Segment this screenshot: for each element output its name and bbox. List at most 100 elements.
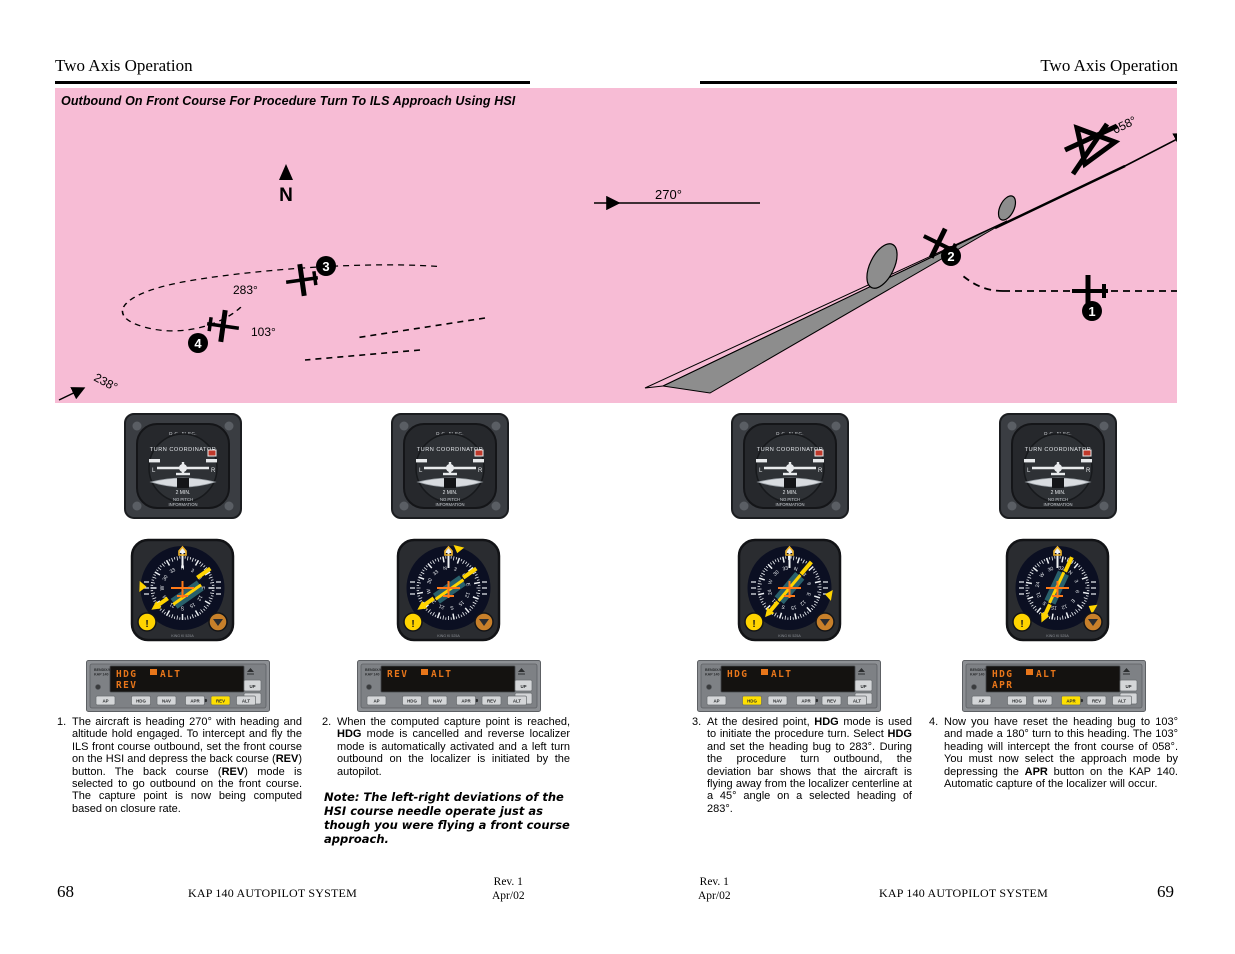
hsi-1: N36E1215S2124W3033 [130,538,235,642]
step-text-4: Now you have reset the heading bug to 10… [944,716,1178,791]
svg-text:!: ! [1020,619,1023,630]
svg-text:HDG: HDG [1012,699,1022,704]
svg-text:W: W [160,585,166,590]
svg-text:HDG: HDG [747,699,757,704]
svg-text:ALT: ALT [160,669,181,680]
svg-text:ALT: ALT [771,669,792,680]
turn-coordinator-2: D.C. ELEC. TURN COORDINATOR L R 2 MIN. N… [390,412,510,520]
svg-text:REV: REV [1092,699,1101,704]
step-text-3: At the desired point, HDG mode is used t… [707,716,912,815]
svg-text:TURN COORDINATOR: TURN COORDINATOR [150,447,217,453]
svg-text:KAP 140: KAP 140 [365,673,380,677]
svg-text:AP: AP [713,699,719,704]
svg-text:ALT: ALT [1036,669,1057,680]
svg-text:UP: UP [249,684,255,689]
svg-text:R: R [211,468,216,474]
svg-text:REV: REV [827,699,836,704]
step-number-4: 4. [929,716,939,728]
kap140-unit-4[interactable]: BENDIX/KING KAP 140 HDG ALT APR UP DN AP… [962,660,1146,712]
svg-text:2 MIN.: 2 MIN. [443,490,458,496]
svg-text:INFORMATION: INFORMATION [436,502,465,507]
svg-text:2 MIN.: 2 MIN. [176,490,191,496]
hsi-note: Note: The left-right deviations of the H… [324,790,570,846]
svg-text:AP: AP [978,699,984,704]
svg-text:UP: UP [520,684,526,689]
svg-text:KAP 140: KAP 140 [970,673,985,677]
svg-text:2: 2 [947,249,954,264]
svg-text:UP: UP [1125,684,1131,689]
svg-text:KAP 140: KAP 140 [705,673,720,677]
footer-rev-right: Rev. 1 Apr/02 [698,876,731,903]
step-number-3: 3. [692,716,702,728]
svg-text:TURN COORDINATOR: TURN COORDINATOR [417,447,484,453]
svg-text:HDG: HDG [992,669,1013,680]
turn-coordinator-3: D.C. ELEC. TURN COORDINATOR L R 2 MIN. N… [730,412,850,520]
svg-text:REV: REV [116,680,137,691]
svg-text:AP: AP [102,699,108,704]
svg-text:!: ! [411,619,414,630]
svg-text:N: N [279,185,293,206]
svg-text:REV: REV [387,669,408,680]
svg-text:1: 1 [1088,304,1095,319]
hsi-3: N 3 6 E 12 15 S 21 24 W 30 33 ! KING KI … [737,538,842,642]
svg-text:TURN COORDINATOR: TURN COORDINATOR [1025,447,1092,453]
svg-text:HDG: HDG [136,699,146,704]
header-rule-left [55,81,530,84]
footer-title-left: KAP 140 AUTOPILOT SYSTEM [188,886,357,900]
kap140-unit-2[interactable]: BENDIX/KING KAP 140 REV ALT UP DN AP HDG… [357,660,541,712]
svg-text:NAV: NAV [773,699,782,704]
hsi-2: N36E1215S2124W3033 [396,538,501,642]
footer-rev-right-line1: Rev. 1 [699,876,729,888]
svg-text:KING KI 525A: KING KI 525A [1046,634,1069,638]
svg-text:KING KI 525A: KING KI 525A [778,634,801,638]
svg-text:INFORMATION: INFORMATION [776,502,805,507]
svg-text:TURN COORDINATOR: TURN COORDINATOR [757,447,824,453]
footer-title-right: KAP 140 AUTOPILOT SYSTEM [879,886,1048,900]
svg-text:2 MIN.: 2 MIN. [783,490,798,496]
svg-text:3: 3 [322,259,329,274]
step-number-1: 1. [57,716,67,728]
svg-text:2 MIN.: 2 MIN. [1051,490,1066,496]
turn-coordinator-4: D.C. ELEC. TURN COORDINATOR L R 2 MIN. N… [998,412,1118,520]
svg-text:ALT: ALT [242,699,251,704]
footer-rev-right-line2: Apr/02 [698,889,731,902]
svg-text:INFORMATION: INFORMATION [1044,502,1073,507]
svg-text:UP: UP [860,684,866,689]
svg-text:R: R [478,468,483,474]
svg-text:AP: AP [373,699,379,704]
turn-coordinator-1: D.C. ELEC. TURN COORDINATOR L R 2 MIN. N… [123,412,243,520]
svg-text:!: ! [145,619,148,630]
svg-text:ALT: ALT [1118,699,1127,704]
svg-text:HDG: HDG [727,669,748,680]
svg-text:APR: APR [801,699,811,704]
page-header-left: Two Axis Operation [55,56,193,75]
kap140-unit-1[interactable]: BENDIX/KING KAP 140 HDG ALT REV UP DN AP… [86,660,270,712]
page-number-right: 69 [1157,882,1174,901]
page-number-left: 68 [57,882,74,901]
svg-text:ALT: ALT [431,669,452,680]
svg-text:4: 4 [194,336,202,351]
svg-text:NAV: NAV [1038,699,1047,704]
header-rule-right [700,81,1177,84]
svg-text:APR: APR [992,680,1013,691]
svg-text:NAV: NAV [433,699,442,704]
svg-text:REV: REV [487,699,496,704]
kap140-unit-3[interactable]: BENDIX/KING KAP 140 HDG ALT UP DN AP HDG… [697,660,881,712]
ils-antenna-icon [1063,122,1121,176]
hsi-4: N 3 6 E 12 15 S 21 24 W 30 33 ! KING KI … [1005,538,1110,642]
svg-text:!: ! [752,619,755,630]
svg-text:103°: 103° [251,325,276,339]
callout-3: 3 [316,256,336,276]
footer-rev-left: Rev. 1 Apr/02 [492,876,525,903]
page-header-right: Two Axis Operation [1040,56,1178,75]
svg-text:KING KI 525A: KING KI 525A [437,634,460,638]
svg-text:HDG: HDG [407,699,417,704]
svg-text:NAV: NAV [162,699,171,704]
svg-text:INFORMATION: INFORMATION [169,502,198,507]
north-arrow-icon: N [279,164,293,206]
svg-text:ALT: ALT [513,699,522,704]
callout-1: 1 [1082,301,1102,321]
svg-text:238°: 238° [92,370,121,394]
svg-text:R: R [818,468,823,474]
svg-text:APR: APR [1066,699,1076,704]
